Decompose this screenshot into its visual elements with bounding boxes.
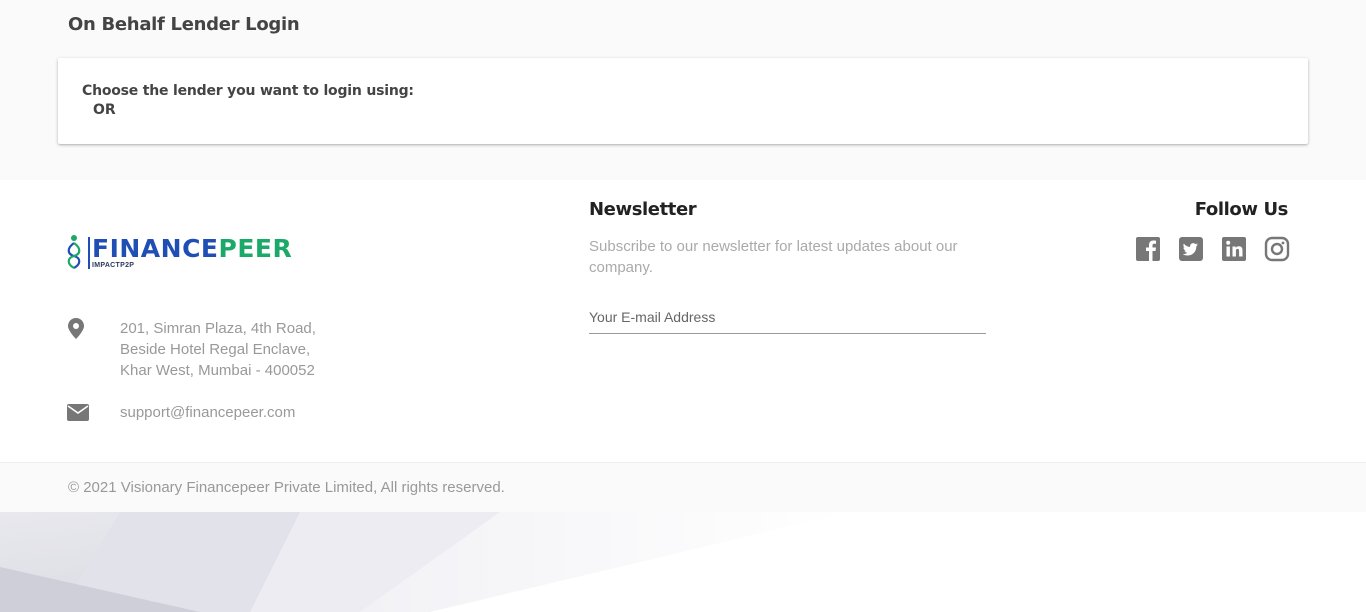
page-header-area: On Behalf Lender Login Choose the lender… (0, 0, 1366, 180)
follow-us-title: Follow Us (1194, 199, 1289, 220)
address-line: 201, Simran Plaza, 4th Road, (120, 320, 316, 337)
address-line: Beside Hotel Regal Enclave, (120, 341, 311, 358)
logo-tagline: IMPACTP2P (92, 262, 135, 269)
lender-select-card: Choose the lender you want to login usin… (58, 58, 1308, 144)
twitter-icon[interactable] (1178, 236, 1204, 262)
logo-divider (88, 237, 90, 269)
newsletter-email-input[interactable] (589, 300, 986, 334)
lender-prompt: Choose the lender you want to login usin… (82, 83, 414, 99)
address-text: 201, Simran Plaza, 4th Road, Beside Hote… (120, 318, 316, 381)
envelope-icon (67, 404, 89, 421)
map-marker-icon (68, 318, 84, 339)
copyright-text: © 2021 Visionary Financepeer Private Lim… (68, 479, 505, 496)
brand-logo[interactable]: FINANCEPEER IMPACTP2P (67, 234, 307, 270)
page-title: On Behalf Lender Login (68, 14, 300, 35)
or-separator: OR (93, 102, 116, 118)
background-decoration (0, 512, 1366, 612)
support-email-link[interactable]: support@financepeer.com (120, 402, 295, 423)
logo-wordmark: FINANCEPEER (92, 234, 293, 263)
facebook-icon[interactable] (1135, 236, 1161, 262)
newsletter-title: Newsletter (589, 199, 697, 220)
copyright-bar: © 2021 Visionary Financepeer Private Lim… (0, 462, 1366, 512)
instagram-icon[interactable] (1264, 236, 1290, 262)
logo-mark-icon (67, 235, 81, 269)
footer: FINANCEPEER IMPACTP2P 201, Simran Plaza,… (0, 180, 1366, 462)
linkedin-icon[interactable] (1221, 236, 1247, 262)
address-line: Khar West, Mumbai - 400052 (120, 362, 315, 379)
newsletter-description: Subscribe to our newsletter for latest u… (589, 238, 958, 276)
